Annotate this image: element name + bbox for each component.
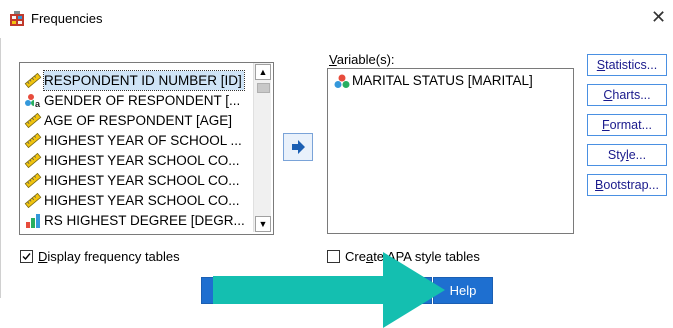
source-variable-list[interactable]: RESPONDENT ID NUMBER [ID] a GENDER OF RESP… <box>19 62 274 235</box>
scroll-up-button[interactable]: ▲ <box>255 64 271 80</box>
list-item-label: AGE OF RESPONDENT [AGE] <box>44 113 233 128</box>
nominal-text-icon: a <box>25 94 42 108</box>
nominal-circles-icon <box>334 74 350 88</box>
variables-label: Variable(s): <box>329 52 395 67</box>
scale-ruler-icon <box>24 73 42 88</box>
right-arrow-icon <box>292 140 305 154</box>
charts-button[interactable]: Charts... <box>587 84 667 106</box>
bootstrap-button[interactable]: Bootstrap... <box>587 174 667 196</box>
scale-ruler-icon <box>24 153 42 168</box>
list-item-label: HIGHEST YEAR SCHOOL CO... <box>44 173 240 188</box>
scroll-thumb[interactable] <box>257 83 270 93</box>
source-list-scrollbar[interactable]: ▲ ▼ <box>253 63 271 232</box>
display-frequency-tables-checkbox[interactable] <box>20 250 33 263</box>
style-button[interactable]: Style... <box>587 144 667 166</box>
scale-ruler-icon <box>24 133 42 148</box>
scale-ruler-icon <box>24 193 42 208</box>
list-item-label: HIGHEST YEAR SCHOOL CO... <box>44 193 240 208</box>
list-item[interactable]: MARITAL STATUS [MARITAL] <box>333 72 563 92</box>
scroll-down-button[interactable]: ▼ <box>255 216 271 232</box>
list-item-label: HIGHEST YEAR SCHOOL CO... <box>44 153 240 168</box>
list-item-label: GENDER OF RESPONDENT [... <box>44 93 241 108</box>
window-left-border <box>0 38 1 298</box>
ordinal-bars-icon <box>26 214 40 228</box>
target-variable-list[interactable] <box>327 68 574 234</box>
overlay-arrow-icon <box>213 252 445 328</box>
close-icon[interactable]: ✕ <box>651 8 666 26</box>
move-variable-button[interactable] <box>283 133 313 161</box>
statistics-button[interactable]: Statistics... <box>587 54 667 76</box>
scale-ruler-icon <box>24 113 42 128</box>
list-item-label: HIGHEST YEAR OF SCHOOL ... <box>44 133 242 148</box>
checkmark-icon <box>22 253 31 261</box>
format-button[interactable]: Format... <box>587 114 667 136</box>
list-item-label: RESPONDENT ID NUMBER [ID] <box>43 70 245 91</box>
window-title: Frequencies <box>31 11 103 26</box>
scale-ruler-icon <box>24 173 42 188</box>
list-item-label: RS HIGHEST DEGREE [DEGR... <box>44 213 245 228</box>
list-item-label: MARITAL STATUS [MARITAL] <box>352 73 533 88</box>
display-frequency-tables-label[interactable]: Display frequency tables <box>38 249 180 264</box>
app-icon <box>10 11 24 26</box>
